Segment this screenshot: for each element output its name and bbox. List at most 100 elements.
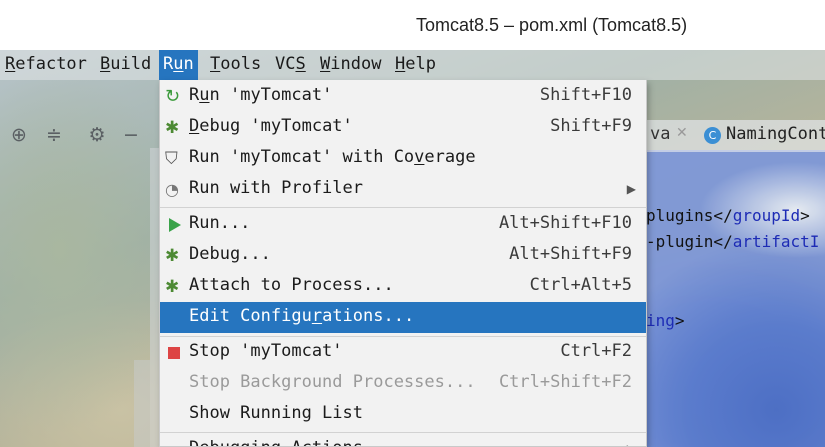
stop-icon (165, 343, 185, 363)
menu-item-run-dots[interactable]: Run... Alt+Shift+F10 (160, 209, 646, 240)
profiler-icon: ◔ (165, 180, 179, 199)
menu-tools[interactable]: Tools (208, 50, 263, 80)
label-part: erage (424, 147, 476, 167)
run-rerun-icon: ↻ (165, 86, 181, 107)
menu-item-debugging-actions[interactable]: Debugging Actions ▶ (160, 434, 646, 446)
menu-item-label: Attach to Process... (189, 275, 394, 295)
menu-item-shortcut: Alt+Shift+F10 (498, 213, 632, 233)
menu-item-label: Show Running List (189, 403, 363, 423)
menu-vcs-mnemonic: S (295, 54, 306, 74)
menu-item-edit-configurations[interactable]: Edit Configurations... (160, 302, 646, 333)
menu-item-shortcut: Ctrl+Alt+5 (529, 275, 632, 295)
menu-item-stop-background-processes[interactable]: Stop Background Processes... Ctrl+Shift+… (160, 368, 646, 399)
menu-item-label: Stop Background Processes... (189, 372, 476, 392)
code-text: > (800, 206, 810, 225)
editor-tab-2[interactable]: NamingCont (726, 124, 825, 144)
menu-item-label: Stop 'myTomcat' (189, 341, 343, 361)
menu-build[interactable]: Build (98, 50, 153, 80)
debug-bug-icon: ✱ (165, 118, 180, 138)
code-tag: ing (646, 311, 675, 330)
menu-separator (160, 207, 646, 208)
menu-item-attach-to-process[interactable]: ✱ Attach to Process... Ctrl+Alt+5 (160, 271, 646, 302)
menu-item-label: Debug 'myTomcat' (189, 116, 353, 136)
menu-item-label: Debugging Actions (189, 438, 363, 446)
code-tag: groupId (732, 206, 801, 225)
menu-item-debug-dots[interactable]: ✱ Debug... Alt+Shift+F9 (160, 240, 646, 271)
menu-run-post: n (183, 54, 194, 74)
play-triangle (169, 218, 181, 232)
menu-item-label: Run with Profiler (189, 178, 363, 198)
label-part: Edit Configu (189, 306, 312, 326)
menu-tools-rest: ools (220, 54, 262, 74)
menu-item-label: Run... (189, 213, 251, 233)
menu-window-rest: indow (330, 54, 382, 74)
menu-separator (160, 432, 646, 433)
menu-item-shortcut: Alt+Shift+F9 (509, 244, 632, 264)
label-part: ations... (322, 306, 415, 326)
menu-item-label: Run 'myTomcat' (189, 85, 332, 105)
submenu-arrow-icon: ▶ (627, 442, 636, 446)
crosshair-icon[interactable]: ⊕ (8, 118, 30, 152)
menu-window-mnemonic: W (320, 54, 331, 74)
menu-refactor-mnemonic: R (5, 54, 16, 74)
menu-item-label: Edit Configurations... (189, 306, 414, 326)
menu-run[interactable]: Run (159, 50, 198, 80)
label-part: ebug 'myTomcat' (199, 116, 353, 136)
class-icon: C (704, 127, 721, 144)
attach-bug-icon: ✱ (165, 277, 180, 297)
coverage-shield-icon: ⛉ (165, 149, 178, 169)
menu-refactor[interactable]: Refactor (3, 50, 89, 80)
code-tag: artifactI (732, 232, 820, 251)
menu-item-shortcut: Ctrl+Shift+F2 (498, 372, 632, 392)
menu-item-label: Run 'myTomcat' with Coverage (189, 147, 476, 167)
menu-run-pre: R (163, 54, 174, 74)
editor-tab-1[interactable]: va (650, 124, 670, 144)
close-icon[interactable]: ✕ (676, 125, 688, 141)
label-mnemonic: r (311, 306, 323, 326)
debug-bug-icon: ✱ (165, 246, 180, 266)
code-text: -plugin</ (646, 232, 733, 251)
menu-item-shortcut: Shift+F10 (539, 85, 632, 105)
menu-build-mnemonic: B (100, 54, 111, 74)
stop-square (168, 347, 180, 359)
code-line: plugins</groupId> (646, 206, 810, 225)
menu-help-rest: elp (405, 54, 436, 74)
menu-bar: Refactor Build Run Tools VCS Window Help (0, 50, 825, 80)
menu-vcs-pre: VC (275, 54, 296, 74)
label-mnemonic: u (199, 85, 210, 105)
menu-item-run-with-profiler[interactable]: ◔ Run with Profiler ▶ (160, 174, 646, 205)
submenu-arrow-icon: ▶ (626, 182, 636, 196)
menu-item-show-running-list[interactable]: Show Running List (160, 399, 646, 430)
window-title: Tomcat8.5 – pom.xml (Tomcat8.5) (416, 15, 688, 35)
collapse-icon[interactable]: ≑ (43, 118, 65, 152)
editor-tab-bar: va ✕ C NamingCont (646, 120, 825, 152)
menu-item-run-with-coverage[interactable]: ⛉ Run 'myTomcat' with Coverage (160, 143, 646, 174)
gear-icon[interactable]: ⚙ (86, 118, 108, 152)
menu-run-mnemonic: u (173, 54, 184, 74)
label-part: Run 'myTomcat' with Co (189, 147, 415, 167)
menu-help[interactable]: Help (393, 50, 438, 80)
menu-item-debug-mytomcat[interactable]: ✱ Debug 'myTomcat' Shift+F9 (160, 112, 646, 143)
run-play-icon (165, 215, 185, 235)
menu-build-rest: uild (110, 54, 152, 74)
menu-refactor-rest: efactor (15, 54, 87, 74)
menu-tools-mnemonic: T (210, 54, 221, 74)
code-text: plugins</ (646, 206, 733, 225)
menu-vcs[interactable]: VCS (273, 50, 308, 80)
menu-item-run-mytomcat[interactable]: ↻ Run 'myTomcat' Shift+F10 (160, 81, 646, 112)
project-toolbar: ⊕ ≑ ⚙ − (0, 118, 160, 152)
menu-window[interactable]: Window (318, 50, 383, 80)
menu-item-shortcut: Ctrl+F2 (560, 341, 632, 361)
label-mnemonic: v (414, 147, 425, 167)
menu-item-label: Debug... (189, 244, 271, 264)
label-part: R (189, 85, 200, 105)
code-line: ing> (646, 311, 685, 330)
label-part: n 'myTomcat' (209, 85, 333, 105)
code-text: > (674, 311, 685, 330)
menu-item-stop-mytomcat[interactable]: Stop 'myTomcat' Ctrl+F2 (160, 337, 646, 368)
menu-item-shortcut: Shift+F9 (550, 116, 632, 136)
label-mnemonic: D (189, 116, 200, 136)
title-bar: Tomcat8.5 – pom.xml (Tomcat8.5) (0, 0, 825, 50)
minus-icon[interactable]: − (120, 118, 142, 152)
menu-help-mnemonic: H (395, 54, 406, 74)
